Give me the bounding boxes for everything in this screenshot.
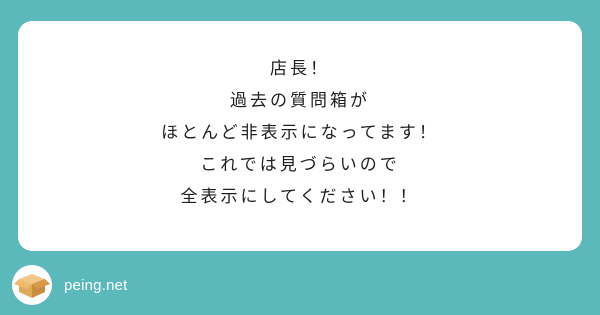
footer: peing.net <box>12 264 128 306</box>
question-line: これでは見づらいので <box>200 155 400 175</box>
question-text: 店長！ 過去の質問箱が ほとんど非表示になってます！ これでは見づらいので 全表… <box>18 53 582 213</box>
site-name: peing.net <box>64 276 128 294</box>
question-line: ほとんど非表示になってます！ <box>161 123 439 143</box>
question-card: 店長！ 過去の質問箱が ほとんど非表示になってます！ これでは見づらいので 全表… <box>18 21 582 251</box>
box-icon <box>12 265 52 305</box>
question-line: 全表示にしてください！！ <box>180 187 420 207</box>
question-line: 店長！ <box>270 59 330 79</box>
question-line: 過去の質問箱が <box>230 91 370 111</box>
